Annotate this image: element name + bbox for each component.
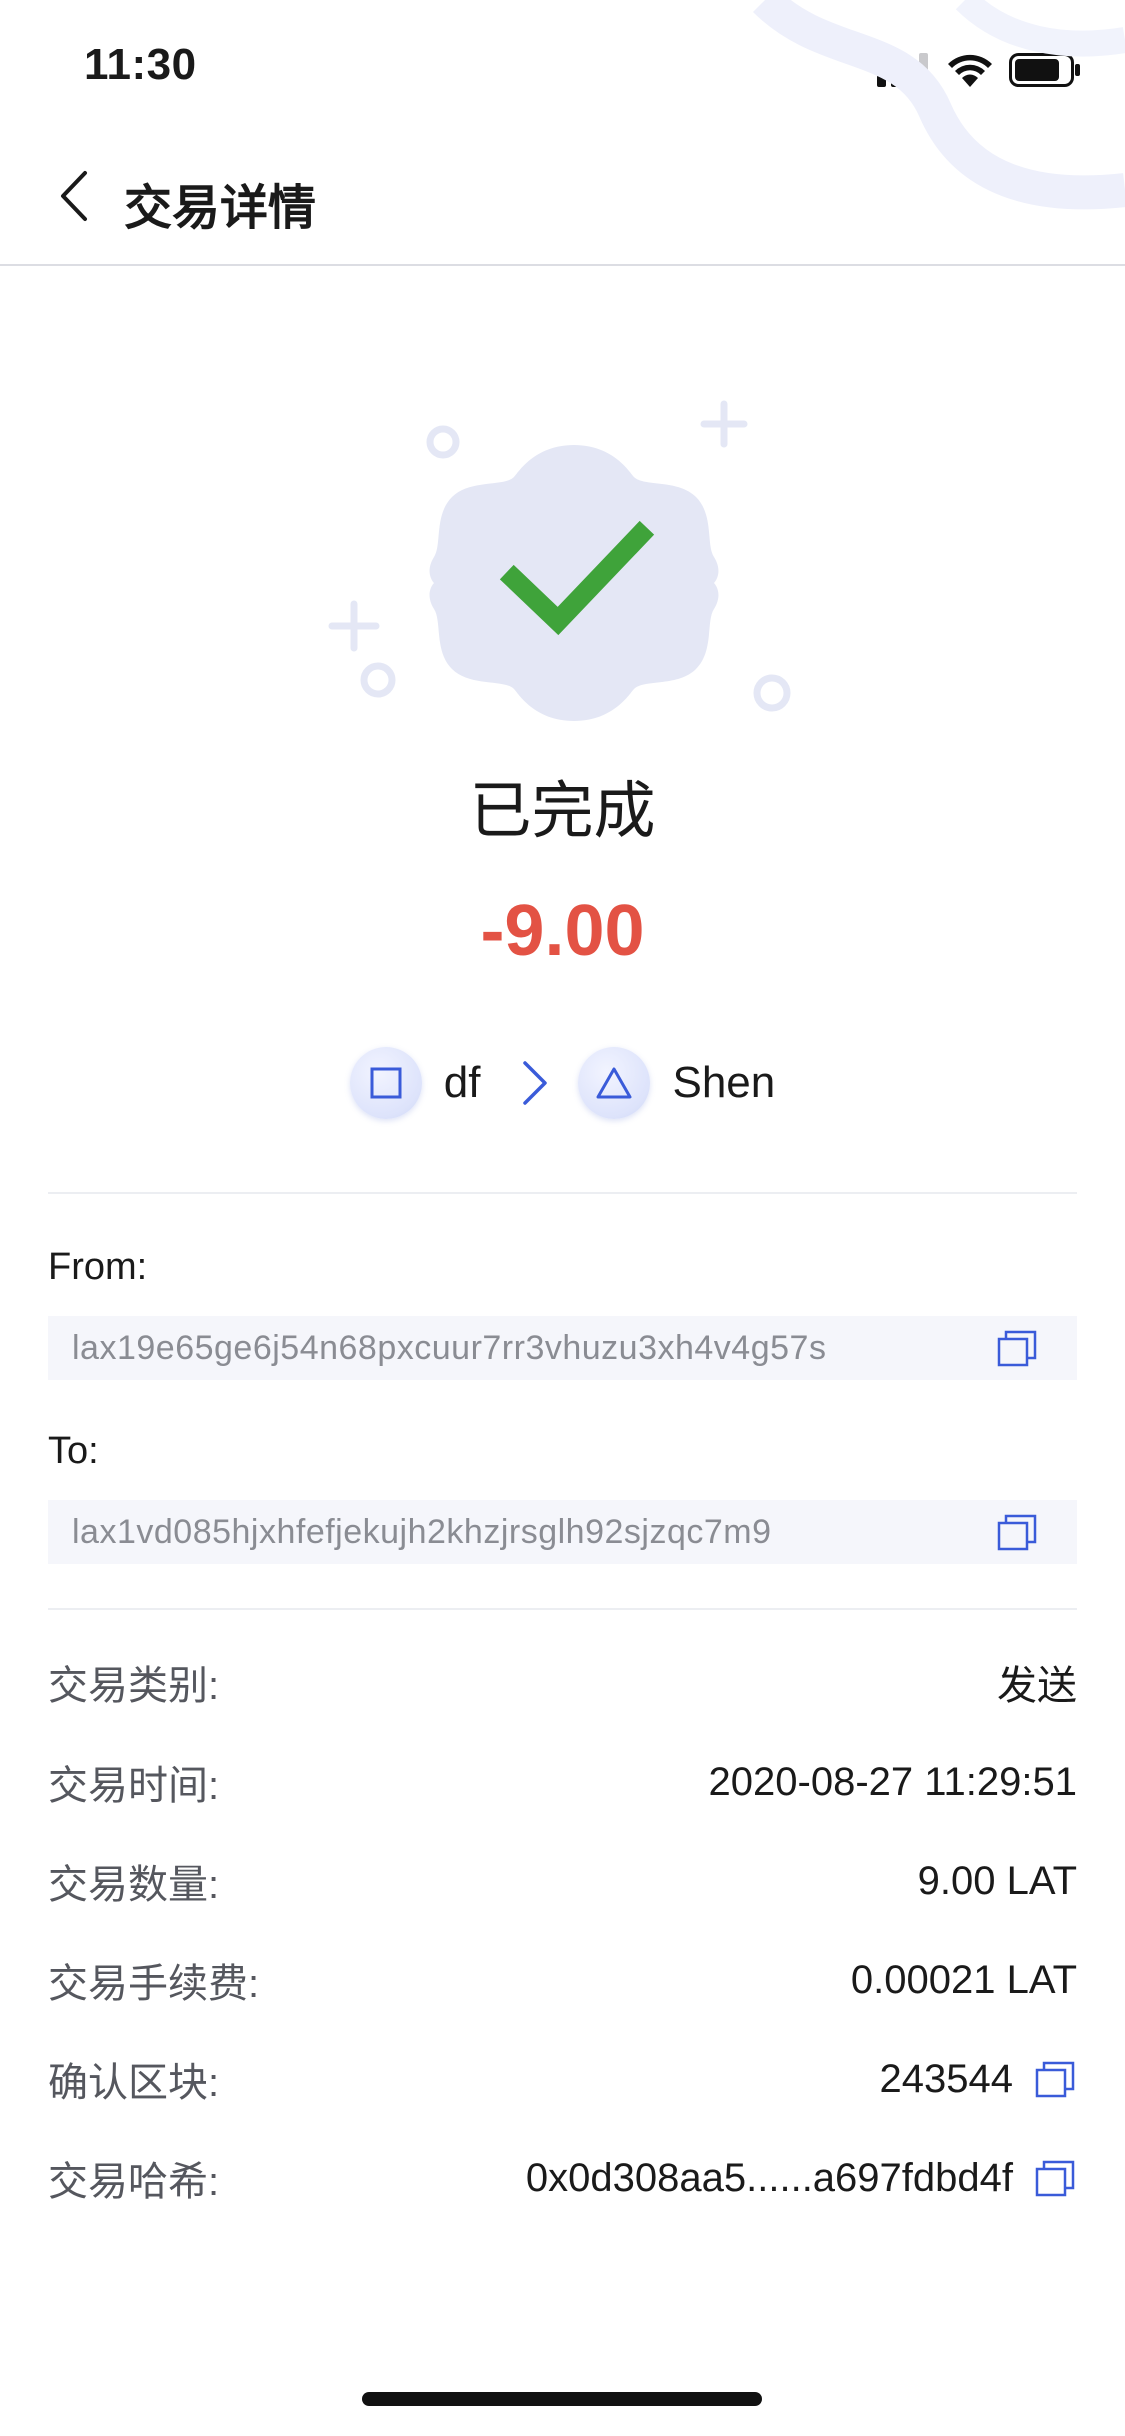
detail-value: 2020-08-27 11:29:51	[708, 1759, 1077, 1804]
detail-value: 发送	[997, 1664, 1077, 1708]
detail-row-type: 交易类别: 发送	[48, 1652, 1077, 1712]
status-time: 11:30	[84, 40, 197, 89]
transaction-amount: -9.00	[480, 891, 645, 971]
header-divider	[0, 264, 1125, 266]
from-label: From:	[48, 1246, 148, 1288]
from-wallet-avatar	[349, 1047, 422, 1119]
triangle-icon	[596, 1067, 632, 1099]
copy-icon	[1035, 2160, 1075, 2197]
copy-block-button[interactable]	[1033, 2057, 1077, 2101]
from-address-field: lax19e65ge6j54n68pxcuur7rr3vhuzu3xh4v4g5…	[48, 1316, 1077, 1380]
from-address: lax19e65ge6j54n68pxcuur7rr3vhuzu3xh4v4g5…	[72, 1328, 827, 1367]
copy-to-address-button[interactable]	[995, 1510, 1039, 1554]
success-check-icon	[328, 400, 791, 721]
chevron-left-icon	[61, 171, 87, 221]
to-wallet-name: Shen	[672, 1058, 776, 1107]
detail-value: 9.00 LAT	[917, 1858, 1077, 1903]
detail-row-hash: 交易哈希: 0x0d308aa5......a697fdbd4f	[48, 2148, 1077, 2208]
detail-value: 0.00021 LAT	[850, 1957, 1077, 2002]
to-wallet-avatar	[578, 1047, 651, 1119]
detail-label: 交易数量:	[48, 1863, 220, 1907]
detail-label: 交易类别:	[48, 1664, 220, 1708]
section-divider	[48, 1608, 1077, 1610]
copy-icon	[997, 1514, 1037, 1551]
copy-icon	[997, 1330, 1037, 1367]
chevron-right-icon	[520, 1059, 550, 1107]
transaction-status: 已完成	[469, 777, 656, 846]
transaction-hash: 0x0d308aa5......a697fdbd4f	[525, 2155, 1013, 2200]
to-address: lax1vd085hjxhfefjekujh2khzjrsglh92sjzqc7…	[72, 1512, 772, 1551]
section-divider	[48, 1192, 1077, 1194]
detail-label: 交易手续费:	[48, 1962, 260, 2006]
detail-value-block: 243544	[880, 2057, 1077, 2102]
block-number: 243544	[879, 2056, 1013, 2101]
detail-label: 确认区块:	[48, 2061, 220, 2105]
to-label: To:	[48, 1430, 99, 1472]
header-decoration	[752, 0, 1125, 210]
transfer-parties: df Shen	[0, 1040, 1125, 1126]
square-icon	[370, 1067, 402, 1099]
detail-row-time: 交易时间: 2020-08-27 11:29:51	[48, 1752, 1077, 1812]
detail-label: 交易哈希:	[48, 2160, 220, 2204]
detail-value-hash: 0x0d308aa5......a697fdbd4f	[526, 2156, 1077, 2201]
copy-from-address-button[interactable]	[995, 1326, 1039, 1370]
home-indicator	[362, 2392, 762, 2406]
detail-row-block: 确认区块: 243544	[48, 2049, 1077, 2109]
detail-label: 交易时间:	[48, 1764, 220, 1808]
to-address-field: lax1vd085hjxhfefjekujh2khzjrsglh92sjzqc7…	[48, 1500, 1077, 1564]
detail-row-amount: 交易数量: 9.00 LAT	[48, 1851, 1077, 1911]
from-wallet-name: df	[443, 1058, 481, 1107]
back-button[interactable]	[48, 160, 100, 232]
detail-row-fee: 交易手续费: 0.00021 LAT	[48, 1950, 1077, 2010]
copy-hash-button[interactable]	[1033, 2156, 1077, 2200]
copy-icon	[1035, 2061, 1075, 2098]
page-title: 交易详情	[124, 182, 317, 235]
